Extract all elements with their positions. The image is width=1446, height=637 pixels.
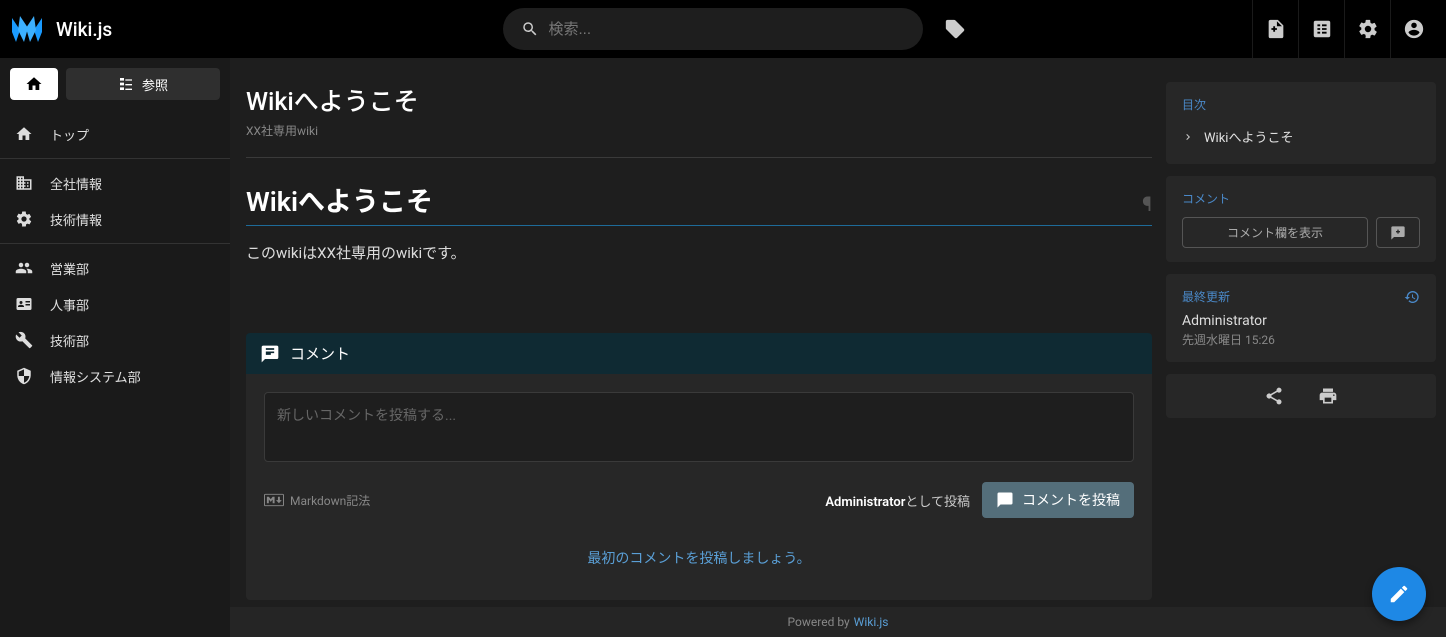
sidebar-item-label: 技術部: [50, 331, 89, 350]
right-column: 目次 Wikiへようこそ コメント コメント欄を表示 最終更新: [1166, 82, 1446, 637]
building-icon: [14, 173, 34, 193]
sidebar-item-label: 営業部: [50, 259, 89, 278]
page-actions-button[interactable]: [1298, 0, 1344, 58]
share-button[interactable]: [1262, 384, 1286, 408]
home-button[interactable]: [10, 68, 58, 100]
pencil-icon: [1388, 583, 1410, 605]
comments-section: コメント: [246, 333, 1152, 374]
post-comment-button[interactable]: コメントを投稿: [982, 482, 1134, 518]
toc-title: 目次: [1182, 96, 1420, 113]
share-card: [1166, 374, 1436, 418]
content: Wikiへようこそ XX社専用wiki Wikiへようこそ ¶ このwikiはX…: [246, 82, 1152, 637]
markdown-hint[interactable]: Markdown記法: [264, 492, 370, 509]
chevron-right-icon: [1182, 131, 1194, 143]
page-title: Wikiへようこそ: [246, 82, 1152, 118]
search-wrap: [225, 8, 1252, 50]
history-icon[interactable]: [1404, 289, 1420, 305]
last-updated-title: 最終更新: [1182, 288, 1230, 305]
comment-icon: [996, 491, 1014, 509]
markdown-icon: [264, 493, 284, 507]
footer-link[interactable]: Wiki.js: [854, 615, 889, 629]
wikijs-logo-icon: [10, 12, 44, 46]
tools-icon: [14, 330, 34, 350]
search-icon: [521, 20, 539, 38]
sidebar-item-company[interactable]: 全社情報: [0, 165, 230, 201]
page-subtitle: XX社専用wiki: [246, 122, 1152, 139]
divider: [246, 157, 1152, 158]
shield-icon: [14, 366, 34, 386]
gear-icon: [14, 209, 34, 229]
edit-fab[interactable]: [1372, 567, 1426, 621]
people-icon: [14, 258, 34, 278]
sidebar-item-label: 技術情報: [50, 210, 102, 229]
sidebar-item-sales[interactable]: 営業部: [0, 250, 230, 286]
search-input[interactable]: [549, 21, 905, 38]
post-as-label: Administratorとして投稿: [825, 491, 970, 510]
browse-button[interactable]: 参照: [66, 68, 220, 100]
sidebar-item-label: 情報システム部: [50, 367, 141, 386]
sidebar-item-hr[interactable]: 人事部: [0, 286, 230, 322]
header: Wiki.js: [0, 0, 1446, 58]
updated-user: Administrator: [1182, 313, 1420, 329]
sidebar: 参照 トップ 全社情報 技術情報 営業部: [0, 58, 230, 637]
sidebar-item-tech-info[interactable]: 技術情報: [0, 201, 230, 237]
sidebar-item-label: 全社情報: [50, 174, 102, 193]
updated-time: 先週水曜日 15:26: [1182, 331, 1420, 348]
comments-header-label: コメント: [290, 343, 350, 364]
site-title: Wiki.js: [56, 18, 112, 41]
sidebar-item-tech-dept[interactable]: 技術部: [0, 322, 230, 358]
browse-label: 参照: [142, 75, 168, 94]
print-button[interactable]: [1316, 384, 1340, 408]
comments-card-title: コメント: [1182, 190, 1420, 207]
last-updated-card: 最終更新 Administrator 先週水曜日 15:26: [1166, 274, 1436, 362]
footer: Powered by Wiki.js: [230, 607, 1446, 637]
sidebar-item-label: 人事部: [50, 295, 89, 314]
view-comments-button[interactable]: コメント欄を表示: [1182, 217, 1368, 248]
comment-input[interactable]: [264, 392, 1134, 462]
anchor-link-icon[interactable]: ¶: [1142, 192, 1152, 216]
new-page-button[interactable]: [1252, 0, 1298, 58]
logo-group: Wiki.js: [10, 12, 225, 46]
paragraph: このwikiはXX社専用のwikiです。: [246, 242, 1152, 263]
comment-icon: [260, 344, 280, 364]
first-comment-message: 最初のコメントを投稿しましょう。: [264, 518, 1134, 582]
divider: [0, 158, 230, 159]
sidebar-item-it[interactable]: 情報システム部: [0, 358, 230, 394]
header-actions: [1252, 0, 1436, 58]
toc-card: 目次 Wikiへようこそ: [1166, 82, 1436, 164]
account-button[interactable]: [1390, 0, 1436, 58]
tags-button[interactable]: [935, 8, 975, 50]
comments-card: コメント コメント欄を表示: [1166, 176, 1436, 262]
sidebar-item-label: トップ: [50, 125, 89, 144]
new-comment-button[interactable]: [1376, 217, 1420, 248]
sidebar-item-top[interactable]: トップ: [0, 116, 230, 152]
toc-item[interactable]: Wikiへようこそ: [1182, 123, 1420, 150]
home-icon: [14, 124, 34, 144]
divider: [0, 243, 230, 244]
search-box[interactable]: [503, 8, 923, 50]
tree-icon: [118, 76, 134, 92]
settings-button[interactable]: [1344, 0, 1390, 58]
heading-1: Wikiへようこそ: [246, 180, 433, 219]
id-card-icon: [14, 294, 34, 314]
